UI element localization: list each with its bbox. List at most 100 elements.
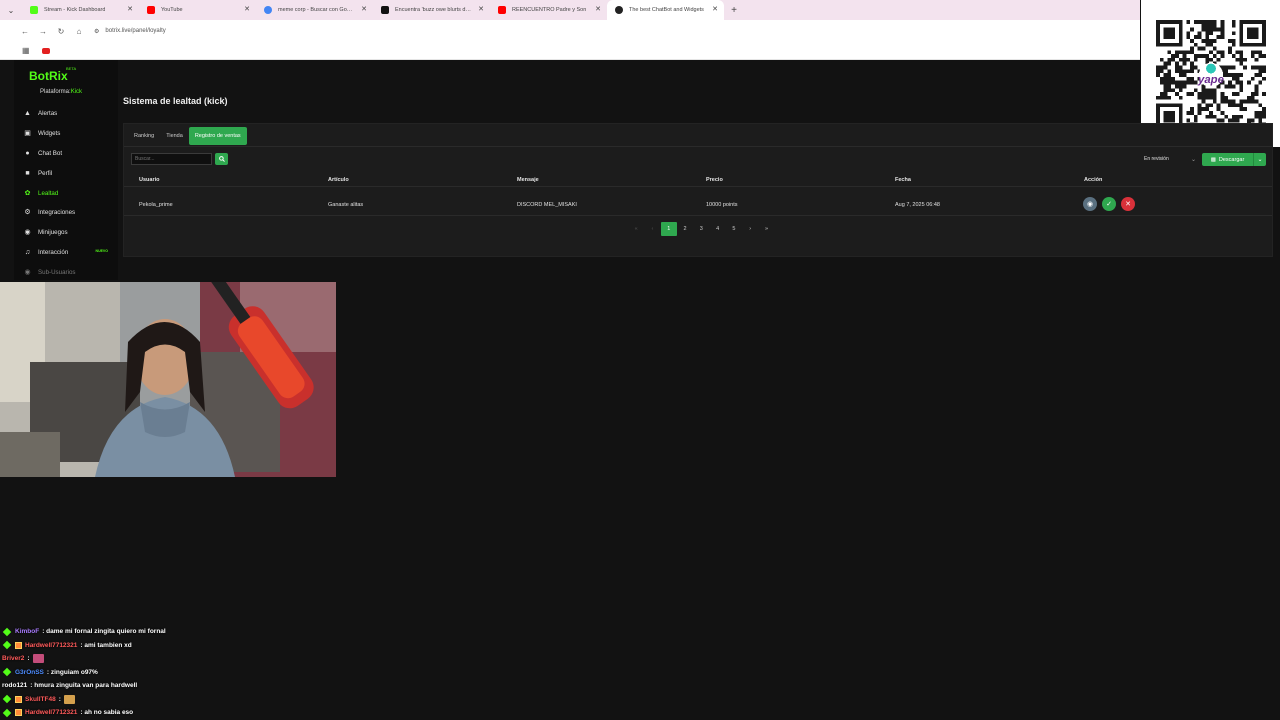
- browser-tab[interactable]: YouTube ✕: [139, 0, 256, 20]
- webcam-image: [0, 282, 336, 477]
- sidebar-item-label: Interacción: [38, 248, 69, 256]
- chat-username: Hardwell7712321: [25, 641, 78, 649]
- browser-tab[interactable]: REENCUENTRO Padre y Son ✕: [490, 0, 607, 20]
- close-tab-icon[interactable]: ✕: [127, 6, 133, 14]
- eye-icon: ◉: [1086, 201, 1094, 208]
- column-header: Mensaje: [517, 177, 539, 183]
- youtube-bookmark-icon[interactable]: [41, 47, 50, 54]
- page-button[interactable]: 2: [677, 222, 693, 236]
- kick-favicon-icon: [30, 6, 38, 14]
- page-button[interactable]: 3: [693, 222, 709, 236]
- approve-button[interactable]: ✓: [1102, 197, 1116, 211]
- cell-articulo: Ganaste alitas: [328, 201, 364, 208]
- tab-registro-de-ventas[interactable]: Registro de ventas: [188, 127, 247, 145]
- column-header: Precio: [706, 177, 723, 183]
- close-tab-icon[interactable]: ✕: [244, 6, 250, 14]
- cell-usuario: Pekola_prime: [139, 201, 173, 208]
- chat-message: G3rOnSS : zinguiam o97%: [2, 666, 322, 680]
- browser-tab[interactable]: Encuentra 'buzz owe blurts de p ✕: [373, 0, 490, 20]
- browser-tab[interactable]: Stream - Kick Dashboard ✕: [22, 0, 139, 20]
- sidebar-item-integraciones[interactable]: ⚙ Integraciones: [14, 203, 118, 223]
- sidebar-item-perfil[interactable]: ■ Perfil: [14, 163, 118, 183]
- close-tab-icon[interactable]: ✕: [361, 6, 367, 14]
- search-input[interactable]: [131, 153, 212, 165]
- reload-icon[interactable]: ↻: [52, 22, 70, 40]
- next-page-button[interactable]: ›: [742, 222, 758, 236]
- new-tab-icon[interactable]: +: [724, 0, 744, 20]
- chat-username: rodo121: [2, 682, 28, 690]
- first-page-button[interactable]: «: [628, 222, 644, 236]
- close-tab-icon[interactable]: ✕: [712, 6, 718, 14]
- home-icon[interactable]: ⌂: [70, 22, 88, 40]
- search-button[interactable]: [215, 153, 228, 165]
- browser-tab-active[interactable]: The best ChatBot and Widgets ✕: [607, 0, 724, 20]
- download-button[interactable]: ▩ Descargar: [1202, 153, 1253, 166]
- page-button[interactable]: 1: [660, 222, 677, 236]
- screen: ⌄ Stream - Kick Dashboard ✕ YouTube ✕ me…: [0, 0, 1280, 720]
- column-header: Artículo: [328, 177, 349, 183]
- chat-overlay: KimboF : dame mi fornal zingita quiero m…: [2, 625, 322, 720]
- tab-search-icon[interactable]: ⌄: [0, 0, 22, 20]
- chat-text: :: [27, 655, 30, 663]
- sidebar-item-lealtad[interactable]: ✿ Lealtad: [14, 183, 118, 203]
- sidebar-item-chat-bot[interactable]: ● Chat Bot: [14, 144, 118, 164]
- tab-title: The best ChatBot and Widgets: [629, 7, 704, 13]
- close-tab-icon[interactable]: ✕: [478, 6, 484, 14]
- chat-message: KimboF : dame mi fornal zingita quiero m…: [2, 625, 322, 639]
- botrix-favicon-icon: [615, 6, 623, 14]
- qr-code-icon: yape: [1156, 20, 1266, 130]
- last-page-button[interactable]: »: [758, 222, 774, 236]
- sidebar-item-minijuegos[interactable]: ◉ Minijuegos: [14, 223, 118, 243]
- tabs-divider: [124, 146, 1272, 147]
- tiktok-favicon-icon: [381, 6, 389, 14]
- apps-grid-icon[interactable]: ▦: [22, 46, 30, 55]
- logo[interactable]: BotRix: [29, 69, 68, 83]
- pagination: « ‹ 1 2 3 4 5 › »: [628, 222, 775, 236]
- status-filter-select[interactable]: En revisión ⌄: [1141, 153, 1199, 165]
- download-options-chevron-icon[interactable]: ⌄: [1253, 153, 1266, 166]
- file-icon: ▩: [1210, 156, 1216, 163]
- browser-tab[interactable]: meme corp - Buscar con Google ✕: [256, 0, 373, 20]
- integrations-icon: ⚙: [24, 209, 31, 217]
- subscriber-badge-icon: [2, 641, 12, 650]
- youtube-favicon-icon: [498, 6, 506, 14]
- back-icon[interactable]: ←: [16, 22, 34, 40]
- chat-username: KimboF: [15, 628, 40, 636]
- sidebar-item-alertas[interactable]: ▲ Alertas: [14, 104, 118, 124]
- page-title: Sistema de lealtad (kick): [123, 96, 228, 106]
- bookmarks-bar: ▦: [0, 42, 1140, 60]
- url-field[interactable]: ⚙ botrix.live/panel/loyalty: [94, 28, 166, 35]
- tab-title: REENCUENTRO Padre y Son: [512, 7, 587, 13]
- chat-text: :: [58, 695, 61, 703]
- chat-icon: ●: [25, 149, 30, 157]
- sidebar-item-label: Alertas: [38, 110, 58, 118]
- forward-icon[interactable]: →: [34, 22, 52, 40]
- cell-fecha: Aug 7, 2025 06:48: [895, 201, 940, 208]
- close-tab-icon[interactable]: ✕: [595, 6, 601, 14]
- new-badge: NUEVO: [95, 248, 108, 253]
- reject-button[interactable]: ✕: [1121, 197, 1135, 211]
- tab-title: meme corp - Buscar con Google: [278, 7, 355, 13]
- prev-page-button[interactable]: ‹: [644, 222, 660, 236]
- browser-tab-strip: ⌄ Stream - Kick Dashboard ✕ YouTube ✕ me…: [0, 0, 1140, 20]
- tab-title: Stream - Kick Dashboard: [44, 7, 106, 13]
- subscriber-badge-icon: [2, 695, 12, 704]
- chat-text: : dame mi fornal zingita quiero mi forna…: [42, 628, 166, 636]
- table-row: Pekola_prime Ganaste alitas DISCORD MEL_…: [124, 194, 1272, 216]
- site-info-icon[interactable]: ⚙: [94, 28, 99, 35]
- chat-username: G3rOnSS: [15, 668, 44, 676]
- sidebar-item-widgets[interactable]: ▣ Widgets: [14, 124, 118, 144]
- platform-indicator: Plataforma:Kick: [40, 89, 82, 95]
- profile-icon: ■: [25, 169, 30, 177]
- tab-ranking[interactable]: Ranking: [128, 127, 160, 145]
- page-button[interactable]: 4: [709, 222, 725, 236]
- tab-tienda[interactable]: Tienda: [160, 127, 189, 145]
- page-button[interactable]: 5: [726, 222, 742, 236]
- check-icon: ✓: [1106, 201, 1112, 208]
- sidebar-item-sub-usuarios[interactable]: ◉ Sub-Usuarios: [14, 262, 118, 282]
- sidebar-item-label: Sub-Usuarios: [38, 268, 76, 276]
- view-button[interactable]: ◉: [1083, 197, 1097, 211]
- sidebar-item-label: Integraciones: [38, 209, 76, 217]
- row-actions: ◉ ✓ ✕: [1083, 197, 1135, 211]
- sidebar-item-interaccion[interactable]: ♫ Interacción NUEVO: [14, 243, 118, 263]
